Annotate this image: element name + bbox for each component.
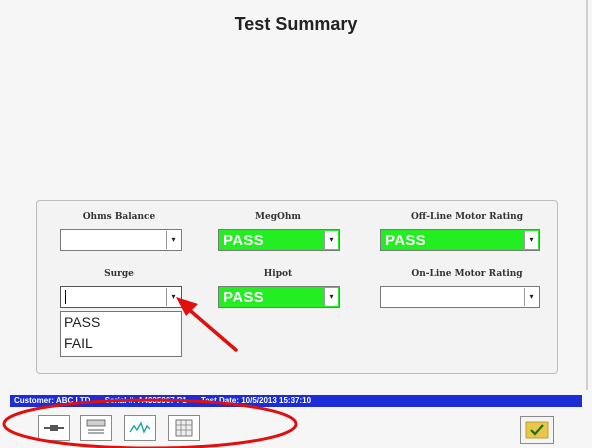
- data-icon: [86, 419, 106, 434]
- page-title: Test Summary: [234, 14, 358, 34]
- waveform-button[interactable]: [124, 415, 156, 441]
- ohms-balance-select[interactable]: ▾: [60, 229, 182, 251]
- status-bar: Customer: ABC LTD Serial #: A4385967 P1 …: [10, 395, 582, 407]
- ohms-balance-label: Ohms Balance: [82, 212, 156, 222]
- chevron-down-icon[interactable]: ▾: [324, 231, 338, 249]
- surge-dropdown-list: PASS FAIL: [60, 311, 182, 357]
- offline-rating-label: Off-Line Motor Rating: [410, 212, 524, 222]
- motor-button[interactable]: [38, 415, 70, 441]
- grid-icon: [175, 419, 193, 437]
- motor-icon: [44, 425, 64, 431]
- surge-option-pass[interactable]: PASS: [61, 312, 181, 333]
- data-button[interactable]: [80, 415, 112, 441]
- text-cursor: [65, 290, 66, 304]
- test-summary-screen: Test Summary Ohms Balance ▾ MegOhm PASS …: [0, 0, 592, 448]
- hipot-select[interactable]: PASS ▾: [218, 286, 340, 308]
- status-customer: Customer: ABC LTD: [14, 396, 91, 405]
- confirm-button[interactable]: [520, 416, 554, 444]
- offline-rating-select[interactable]: PASS ▾: [380, 229, 540, 251]
- surge-option-fail[interactable]: FAIL: [61, 333, 181, 354]
- chevron-down-icon[interactable]: ▾: [524, 288, 538, 306]
- chevron-down-icon[interactable]: ▾: [166, 231, 180, 249]
- chevron-down-icon[interactable]: ▾: [524, 231, 538, 249]
- chevron-down-icon[interactable]: ▾: [166, 288, 180, 306]
- waveform-icon: [129, 421, 151, 434]
- status-test-date: Test Date: 10/5/2013 15:37:10: [200, 396, 312, 405]
- online-rating-label: On-Line Motor Rating: [411, 269, 523, 279]
- surge-select[interactable]: ▾: [60, 286, 182, 308]
- online-rating-select[interactable]: ▾: [380, 286, 540, 308]
- window-border: [586, 0, 588, 390]
- grid-button[interactable]: [168, 415, 200, 441]
- chevron-down-icon[interactable]: ▾: [324, 288, 338, 306]
- megohm-select[interactable]: PASS ▾: [218, 229, 340, 251]
- checkmark-icon: [525, 421, 549, 439]
- hipot-label: Hipot: [263, 269, 293, 279]
- surge-label: Surge: [104, 269, 134, 279]
- status-serial: Serial #: A4385967 P1: [104, 396, 187, 405]
- megohm-label: MegOhm: [255, 212, 301, 222]
